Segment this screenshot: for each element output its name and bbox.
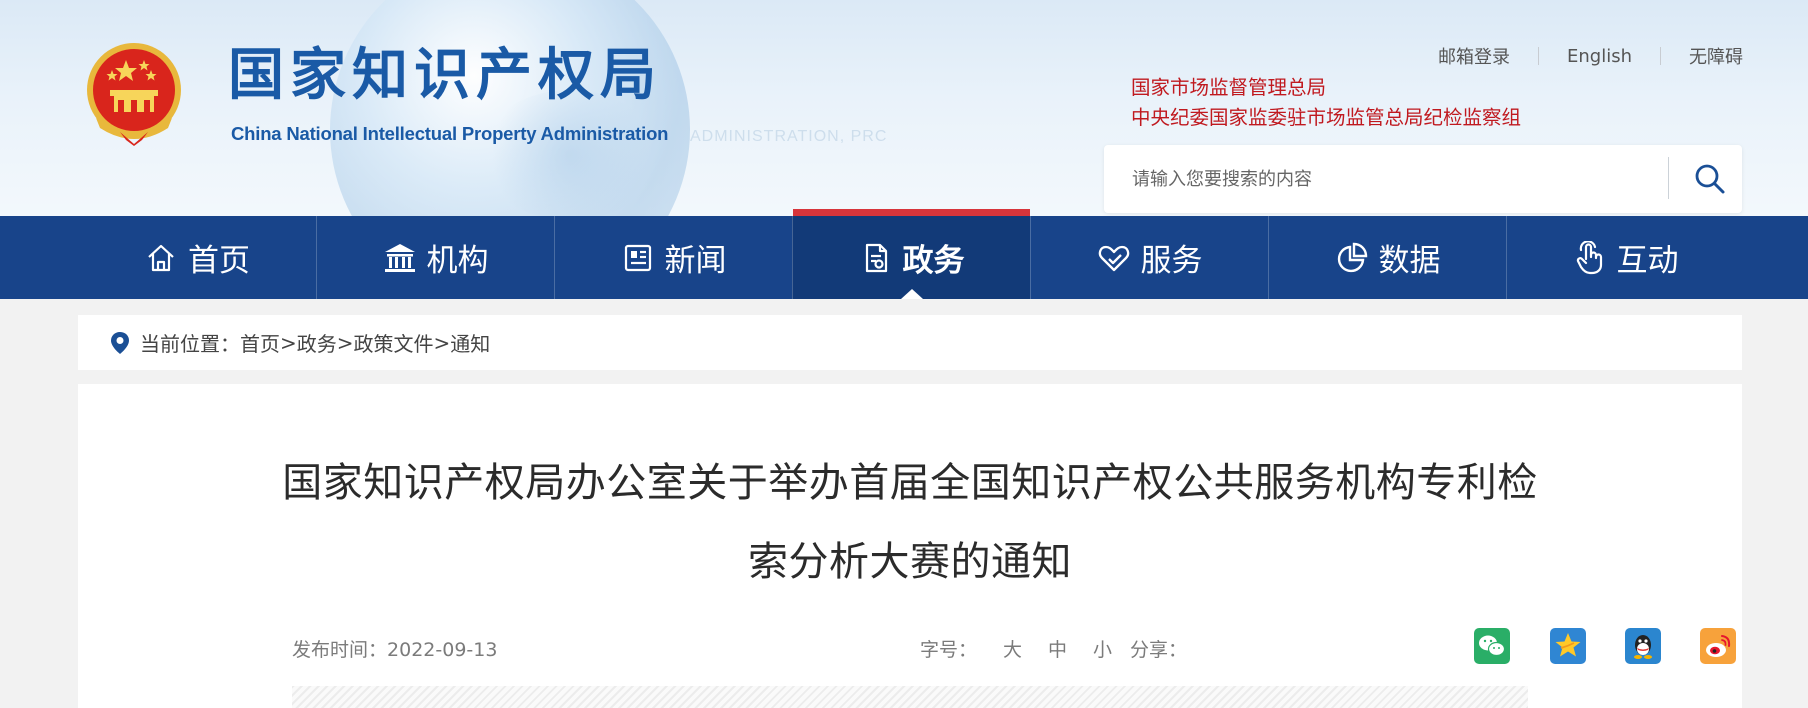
nav-label: 政务 [902,243,965,279]
institution-icon [383,241,417,275]
breadcrumb-item-home[interactable]: 首页 [240,328,280,357]
discipline-inspection-link[interactable]: 中央纪委国家监委驻市场监管总局纪检监察组 [1131,103,1521,133]
hand-pointer-icon [1573,240,1607,275]
share-label: 分享： [1130,639,1188,661]
org-links: 国家市场监督管理总局 中央纪委国家监委驻市场监管总局纪检监察组 [1131,73,1521,133]
article-container: 国家知识产权局办公室关于举办首届全国知识产权公共服务机构专利检 索分析大赛的通知… [78,384,1742,708]
national-emblem-icon[interactable] [82,40,186,148]
mail-login-link[interactable]: 邮箱登录 [1410,43,1538,69]
qzone-icon[interactable] [1550,628,1586,664]
article-meta: 发布时间：2022-09-13 字号： 大 中 小 分享： [292,628,1736,668]
breadcrumb-item-notice[interactable]: 通知 [450,328,490,357]
nav-label: 首页 [188,243,250,279]
accessibility-link[interactable]: 无障碍 [1661,43,1743,69]
english-link[interactable]: English [1539,46,1660,67]
nav-label: 新闻 [664,243,727,279]
site-header: ADMINISTRATION, PRC 国家知识产权局 China Nation… [0,0,1808,216]
font-size-control: 字号： 大 中 小 [920,635,1112,662]
search-button[interactable] [1686,155,1734,203]
breadcrumb-separator: > [336,330,354,355]
document-icon [859,241,893,275]
home-icon [144,241,178,275]
breadcrumb-prefix: 当前位置： [140,332,240,356]
breadcrumb-item-affairs[interactable]: 政务 [297,328,337,357]
font-size-medium[interactable]: 中 [1048,635,1067,662]
article-divider [292,686,1528,708]
font-size-label: 字号： [920,639,978,661]
nav-label: 数据 [1378,243,1441,279]
breadcrumb-separator: > [433,330,451,355]
globe-background-shadow [480,90,660,216]
pie-chart-icon [1335,241,1369,275]
font-size-small[interactable]: 小 [1093,635,1112,662]
nav-label: 服务 [1140,243,1203,279]
nav-label: 机构 [426,243,489,279]
news-icon [621,241,655,275]
search-icon [1695,164,1725,194]
nav-item-data[interactable]: 数据 [1268,216,1506,299]
nav-item-home[interactable]: 首页 [78,216,316,299]
article-title-line-1: 国家知识产权局办公室关于举办首届全国知识产权公共服务机构专利检 [282,460,1538,506]
top-links: 邮箱登录 English 无障碍 [1410,43,1743,69]
font-size-large[interactable]: 大 [1003,635,1022,662]
nav-item-service[interactable]: 服务 [1030,216,1268,299]
weibo-icon[interactable] [1700,628,1736,664]
nav-item-institution[interactable]: 机构 [316,216,554,299]
publish-info: 发布时间：2022-09-13 [292,635,497,662]
nav-item-news[interactable]: 新闻 [554,216,792,299]
publish-date: 2022-09-13 [387,639,498,661]
site-title-cn[interactable]: 国家知识产权局 [228,48,662,104]
header-watermark: ADMINISTRATION, PRC [690,128,888,145]
qq-icon[interactable] [1625,628,1661,664]
breadcrumb: 当前位置： 首页 > 政务 > 政策文件 > 通知 [78,315,1742,370]
nav-label: 互动 [1616,243,1679,279]
samr-link[interactable]: 国家市场监督管理总局 [1131,73,1521,103]
main-nav: 首页 机构 新闻 政务 服务 数据 互动 [0,209,1808,299]
search-input[interactable] [1104,145,1664,213]
search-divider [1668,157,1669,199]
nav-item-interaction[interactable]: 互动 [1506,216,1744,299]
article-title-line-2: 索分析大赛的通知 [748,539,1072,585]
article-title: 国家知识产权局办公室关于举办首届全国知识产权公共服务机构专利检 索分析大赛的通知 [278,444,1542,602]
nav-item-government-affairs[interactable]: 政务 [792,209,1030,299]
location-pin-icon [110,331,130,355]
publish-label: 发布时间： [292,639,388,661]
breadcrumb-item-policy-docs[interactable]: 政策文件 [354,328,434,357]
search-box [1104,145,1742,213]
breadcrumb-separator: > [280,330,297,355]
wechat-icon[interactable] [1474,628,1510,664]
service-heart-icon [1097,241,1131,275]
site-title-en[interactable]: China National Intellectual Property Adm… [231,123,668,145]
